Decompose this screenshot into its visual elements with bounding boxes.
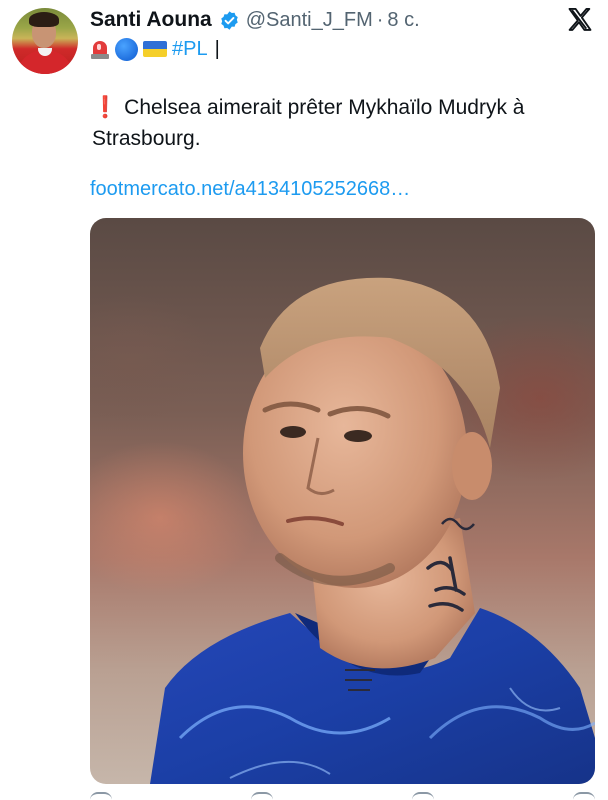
like-icon[interactable] [412, 792, 434, 800]
x-logo-icon[interactable] [566, 6, 594, 34]
tweet-body: ❗ Chelsea aimerait prêter Mykhaïlo Mudryk… [92, 92, 592, 154]
bio-trailing-bar: | [214, 37, 220, 60]
tweet-media-photo[interactable] [90, 218, 595, 784]
tweet-card: Santi Aouna @Santi_J_FM · 8 с. #PL | ❗ Ch… [0, 0, 608, 800]
blue-circle-emoji-icon [115, 37, 138, 61]
player-portrait-image [150, 277, 595, 784]
tweet-link[interactable]: footmercato.net/a4134105252668… [90, 178, 410, 201]
bio-hashtag[interactable]: #PL [172, 38, 208, 61]
author-handle[interactable]: @Santi_J_FM [246, 9, 373, 32]
share-icon[interactable] [573, 792, 595, 800]
police-light-emoji-icon [90, 38, 110, 60]
author-display-name[interactable]: Santi Aouna [90, 8, 212, 32]
exclamation-emoji-icon: ❗ [92, 96, 119, 119]
reply-icon[interactable] [90, 792, 112, 800]
tweet-timestamp[interactable]: 8 с. [387, 9, 419, 32]
header-separator: · [376, 8, 384, 31]
avatar-hair [29, 12, 59, 27]
tweet-actions-partial [90, 792, 595, 800]
ukraine-flag-emoji-icon [143, 41, 167, 57]
verified-badge-icon [219, 10, 240, 31]
retweet-icon[interactable] [251, 792, 273, 800]
tweet-text: Chelsea aimerait prêter Mykhaïlo Mudryk … [92, 96, 525, 150]
author-avatar[interactable] [12, 8, 78, 74]
author-bio: #PL | [90, 36, 220, 62]
tweet-header: Santi Aouna @Santi_J_FM · 8 с. [90, 6, 420, 34]
